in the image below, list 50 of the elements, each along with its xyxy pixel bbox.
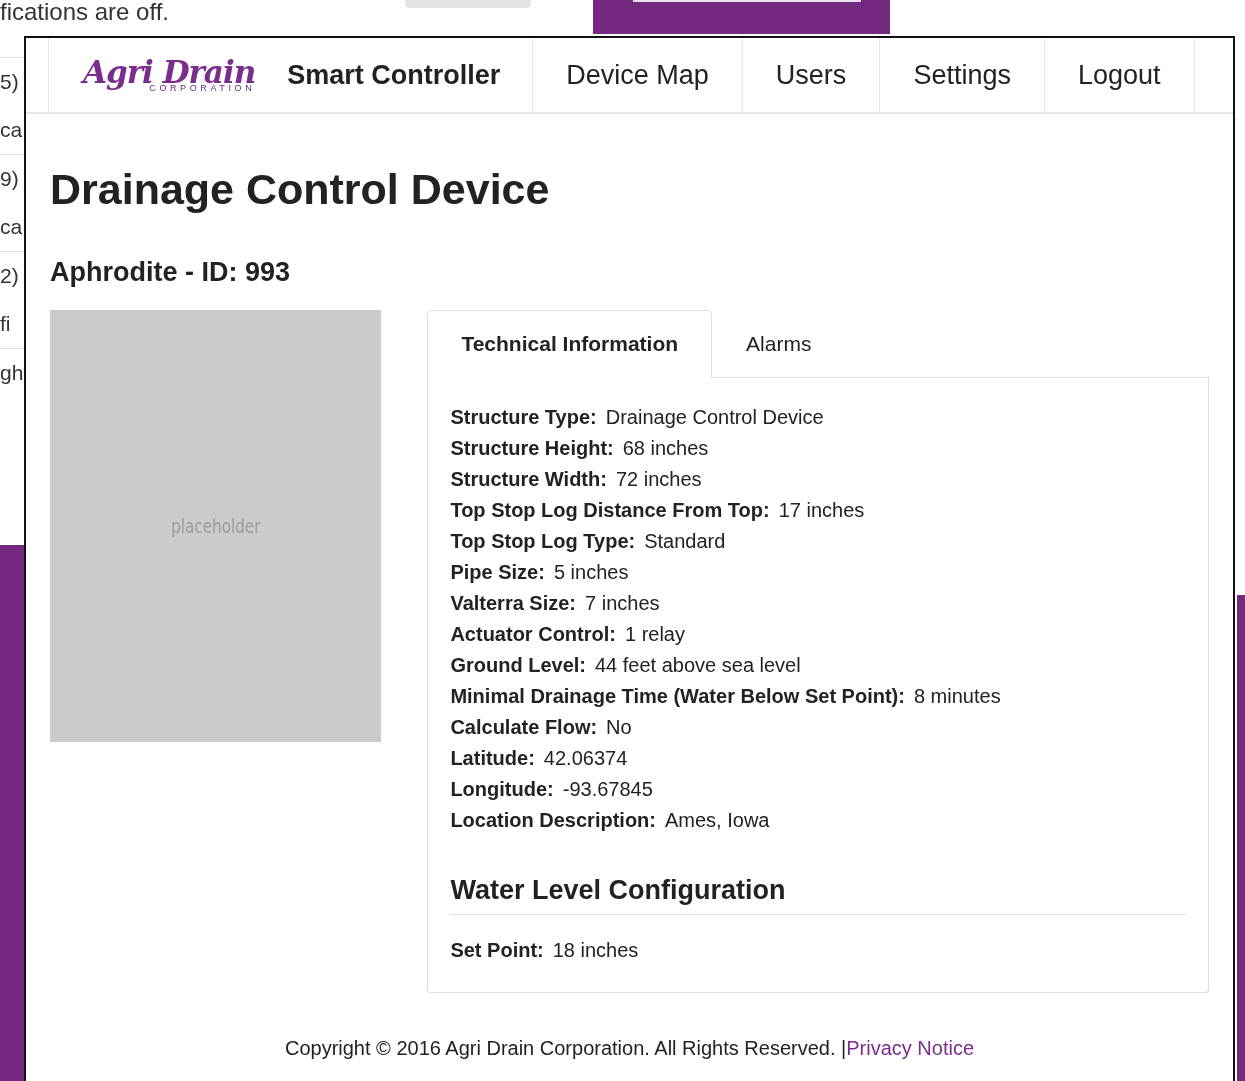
section-heading: Water Level Configuration — [450, 874, 1186, 916]
nav-link[interactable]: Device Map — [533, 38, 743, 112]
list-text: fi — [0, 312, 11, 335]
field-label: Latitude: — [450, 747, 535, 769]
field-label: Top Stop Log Distance From Top: — [450, 499, 770, 521]
tab[interactable]: Technical Information — [427, 310, 713, 378]
field-label: Structure Width: — [450, 468, 607, 490]
field-value: 17 inches — [778, 499, 865, 521]
nav-link[interactable]: Users — [742, 38, 881, 112]
field-value: -93.67845 — [562, 778, 653, 800]
field-label: Longitude: — [450, 778, 554, 800]
field-value: 44 feet above sea level — [595, 654, 801, 676]
brand-link[interactable]: Smart Controller — [269, 38, 534, 112]
list-text: ca — [0, 118, 23, 141]
notice-text: fications are off. — [0, 0, 169, 27]
field-value: No — [606, 716, 632, 738]
field-value: Standard — [644, 530, 726, 552]
field-value: 8 minutes — [913, 685, 1001, 707]
field-value: 1 relay — [624, 623, 685, 645]
nav-link[interactable]: Settings — [880, 38, 1045, 112]
device-name: Aphrodite - ID: 993 — [50, 255, 292, 288]
field-value: Drainage Control Device — [605, 406, 824, 428]
list-text: ca — [0, 215, 23, 238]
field-label: Valterra Size: — [450, 592, 577, 614]
page-title: Drainage Control Device — [50, 164, 551, 215]
field-label: Actuator Control: — [450, 623, 616, 645]
field-value: 18 inches — [552, 939, 639, 962]
list-text: 5) — [0, 70, 19, 93]
list-text: gh — [0, 361, 24, 384]
field-label: Structure Height: — [450, 437, 614, 459]
field-label: Location Description: — [450, 809, 656, 831]
field-label: Calculate Flow: — [450, 716, 598, 738]
copyright-text: Copyright © 2016 Agri Drain Corporation. All Rights Reserved. | — [284, 1037, 847, 1060]
tab[interactable]: Alarms — [712, 310, 846, 378]
field-label: Top Stop Log Type: — [450, 530, 636, 552]
list-text: 9) — [0, 167, 19, 190]
field-value: 7 inches — [585, 592, 660, 614]
field-label: Ground Level: — [450, 654, 586, 676]
field-label: Structure Type: — [450, 406, 597, 428]
nav-link[interactable]: Logout — [1044, 38, 1195, 112]
list-text: 2) — [0, 264, 19, 287]
field-label: Set Point: — [450, 939, 544, 962]
field-label: Pipe Size: — [450, 561, 545, 583]
field-value: 68 inches — [622, 437, 709, 459]
privacy-link[interactable]: Privacy Notice — [846, 1037, 975, 1060]
field-label: Minimal Drainage Time (Water Below Set Point): — [450, 685, 905, 707]
field-value: Ames, Iowa — [665, 809, 770, 831]
field-value: 72 inches — [615, 468, 702, 490]
field-value: 42.06374 — [543, 747, 628, 769]
field-value: 5 inches — [553, 561, 629, 583]
